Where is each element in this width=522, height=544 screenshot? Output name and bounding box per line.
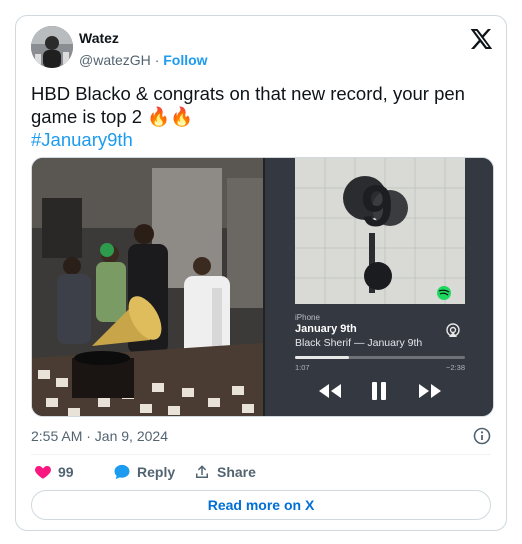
- fast-forward-icon[interactable]: [417, 382, 443, 400]
- remaining-time: −2:38: [446, 363, 465, 372]
- tweet-text: HBD Blacko & congrats on that new record…: [31, 82, 491, 151]
- reply-label: Reply: [137, 464, 176, 480]
- elapsed-time: 1:07: [295, 363, 310, 372]
- track-artist: Black Sherif — January 9th: [295, 337, 423, 349]
- reply-bubble-icon: [114, 464, 130, 480]
- like-button[interactable]: 99: [34, 462, 74, 482]
- handle-row: @watezGH · Follow: [79, 52, 208, 68]
- share-label: Share: [217, 464, 256, 480]
- album-art: 9: [265, 158, 493, 416]
- share-button[interactable]: Share: [193, 462, 256, 482]
- fire-emoji: 🔥🔥: [147, 106, 194, 127]
- progress-fill: [295, 356, 350, 359]
- airplay-icon[interactable]: [445, 322, 461, 338]
- device-label: iPhone: [295, 313, 320, 322]
- read-more-button[interactable]: Read more on X: [31, 490, 491, 520]
- like-count: 99: [58, 464, 74, 480]
- display-name[interactable]: Watez: [79, 30, 119, 46]
- now-playing-screenshot[interactable]: 9 iPhone January 9th Black Sherif — Janu…: [265, 158, 493, 416]
- share-icon: [196, 465, 208, 478]
- avatar[interactable]: [31, 26, 73, 68]
- track-title: January 9th: [295, 323, 357, 335]
- hashtag-link[interactable]: #January9th: [31, 129, 133, 150]
- timestamp[interactable]: 2:55 AM · Jan 9, 2024: [31, 428, 168, 444]
- rewind-icon[interactable]: [317, 382, 343, 400]
- follow-button[interactable]: Follow: [163, 52, 207, 68]
- reply-button[interactable]: Reply: [113, 462, 175, 482]
- username[interactable]: @watezGH: [79, 52, 151, 68]
- divider: [31, 454, 491, 455]
- info-icon[interactable]: [473, 427, 491, 445]
- party-photo[interactable]: [32, 158, 263, 417]
- pause-icon[interactable]: [368, 380, 390, 402]
- media-grid[interactable]: 9 iPhone January 9th Black Sherif — Janu…: [31, 157, 494, 417]
- tweet-body: HBD Blacko & congrats on that new record…: [31, 83, 465, 127]
- progress-track[interactable]: [295, 356, 465, 359]
- x-logo-icon[interactable]: [469, 27, 493, 51]
- heart-icon: [35, 466, 51, 479]
- svg-text:9: 9: [361, 174, 393, 239]
- tweet-card: Watez @watezGH · Follow HBD Blacko & con…: [15, 15, 507, 531]
- separator-dot: ·: [154, 52, 160, 68]
